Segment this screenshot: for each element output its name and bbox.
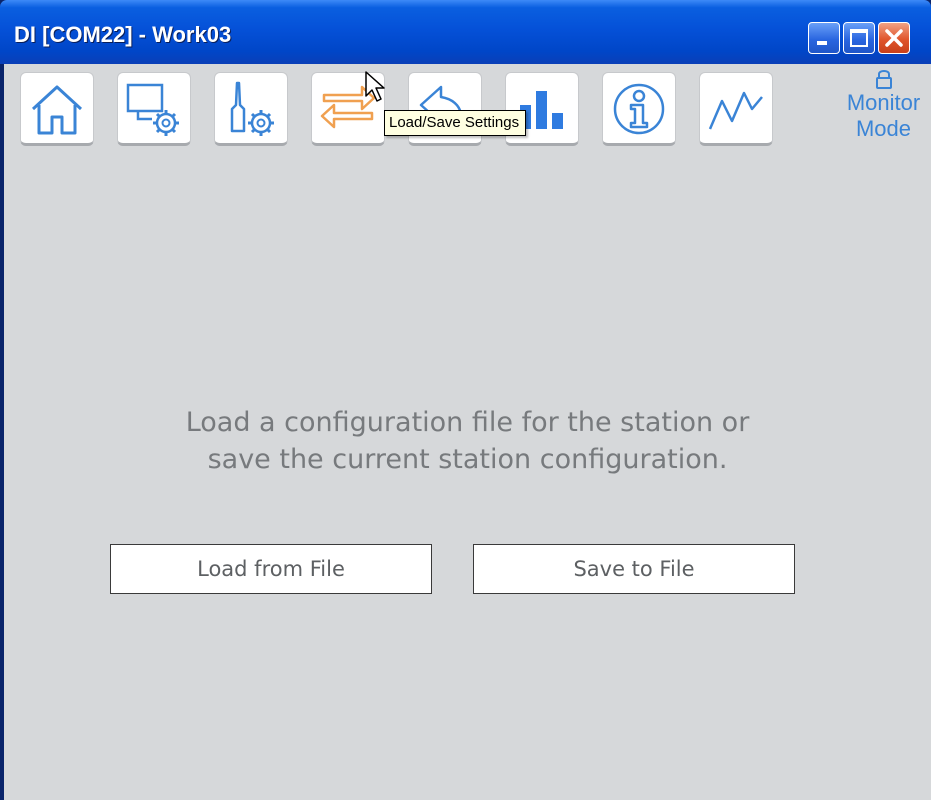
home-icon xyxy=(31,85,83,135)
title-bar[interactable]: DI [COM22] - Work03 xyxy=(0,0,931,64)
maximize-icon xyxy=(850,29,868,47)
line-graph-icon xyxy=(708,91,763,130)
graph-button[interactable] xyxy=(699,72,773,146)
monitor-mode-indicator[interactable]: Monitor Mode xyxy=(836,68,931,142)
instruction-line-1: Load a configuration file for the statio… xyxy=(185,407,750,438)
instruction-line-2: save the current station configuration. xyxy=(207,444,728,475)
close-icon xyxy=(885,29,903,47)
info-icon xyxy=(613,83,665,135)
close-button[interactable] xyxy=(878,22,910,54)
monitor-gear-icon xyxy=(126,83,179,136)
client-area: Monitor Mode Load a configuration file f… xyxy=(4,64,931,800)
window-title: DI [COM22] - Work03 xyxy=(14,22,232,47)
lock-icon xyxy=(875,70,892,89)
tool-gear-icon xyxy=(230,81,274,136)
mouse-cursor-icon xyxy=(365,71,385,102)
maximize-button[interactable] xyxy=(843,22,875,54)
instruction-text: Load a configuration file for the statio… xyxy=(54,404,881,478)
info-button[interactable] xyxy=(602,72,676,146)
station-settings-button[interactable] xyxy=(117,72,191,146)
minimize-icon xyxy=(817,41,827,45)
save-to-file-button[interactable]: Save to File xyxy=(473,544,795,594)
monitor-mode-label-line2: Mode xyxy=(855,116,912,141)
monitor-mode-label-line1: Monitor xyxy=(846,90,921,115)
home-button[interactable] xyxy=(20,72,94,146)
tool-settings-button[interactable] xyxy=(214,72,288,146)
minimize-button[interactable] xyxy=(808,22,840,54)
tooltip: Load/Save Settings xyxy=(384,110,527,136)
load-from-file-button[interactable]: Load from File xyxy=(110,544,432,594)
